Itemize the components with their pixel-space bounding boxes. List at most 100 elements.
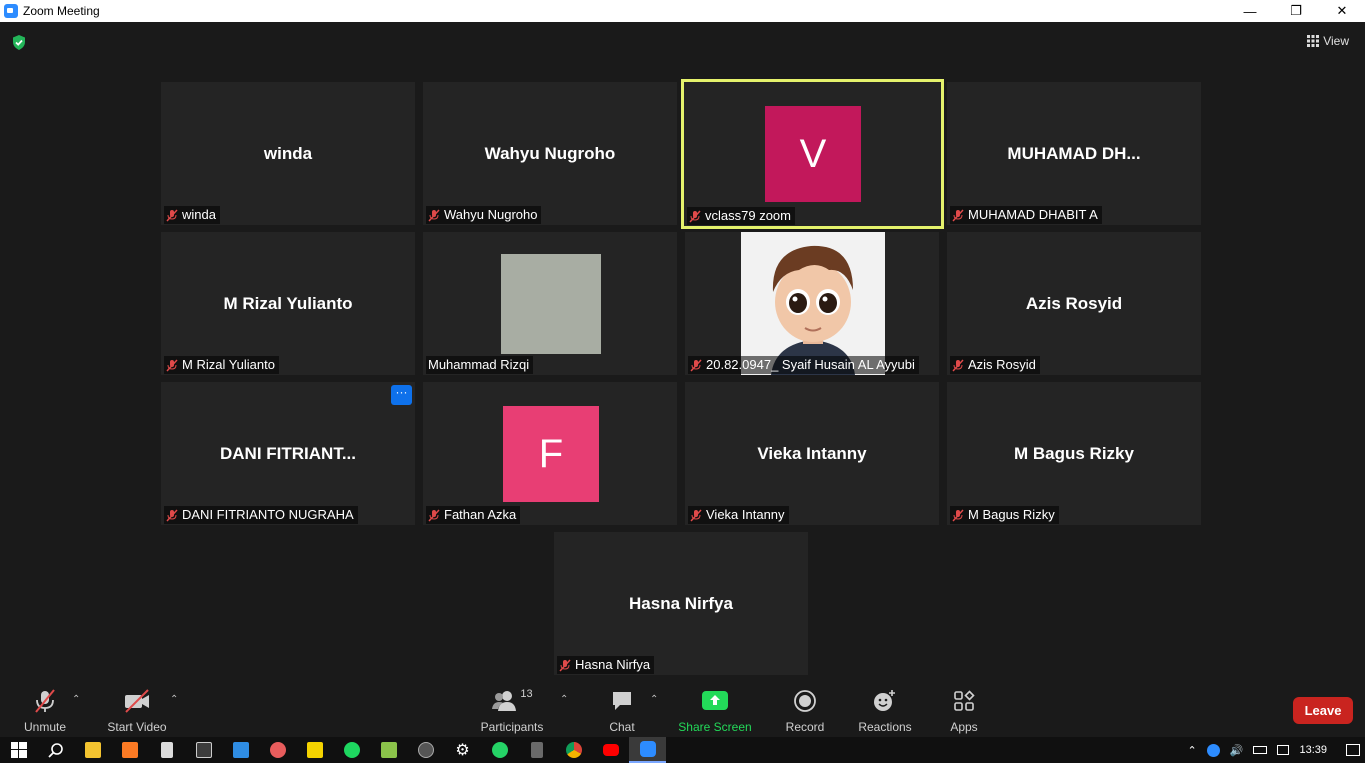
participant-tile[interactable]: F Fathan Azka — [423, 382, 677, 525]
terminal-icon[interactable] — [185, 737, 222, 763]
participant-display-name: Vieka Intanny — [757, 444, 867, 463]
reactions-button[interactable]: Reactions — [856, 688, 914, 734]
participant-name-label: Vieka Intanny — [688, 506, 789, 524]
participant-display-name: Azis Rosyid — [1025, 294, 1123, 313]
participant-tile[interactable]: M Rizal Yulianto M Rizal Yulianto — [161, 232, 415, 375]
participant-tile[interactable]: M Bagus Rizky M Bagus Rizky — [947, 382, 1201, 525]
minimize-button[interactable]: — — [1227, 0, 1273, 22]
youtube-icon[interactable] — [592, 737, 629, 763]
audio-options-chevron-icon[interactable]: ⌃ — [72, 694, 80, 705]
muted-mic-icon — [690, 358, 702, 372]
participant-name-label: Fathan Azka — [426, 506, 521, 524]
muted-mic-icon — [952, 358, 964, 372]
apps-button[interactable]: Apps — [946, 688, 982, 734]
participant-tile[interactable]: winda winda — [161, 82, 415, 225]
avatar: F — [503, 406, 599, 502]
security-shield-icon[interactable] — [11, 34, 27, 51]
window-controls: — ❐ ✕ — [1227, 0, 1365, 22]
muted-mic-icon — [952, 208, 964, 222]
participant-name-label: Azis Rosyid — [950, 356, 1040, 374]
muted-mic-icon — [166, 208, 178, 222]
participant-tile[interactable]: 20.82.0947_ Syaif Husain AL Ayyubi — [685, 232, 939, 375]
participant-tile[interactable]: Azis Rosyid Azis Rosyid — [947, 232, 1201, 375]
participant-tile[interactable]: MUHAMAD DH... MUHAMAD DHABIT A — [947, 82, 1201, 225]
reactions-smiley-icon — [874, 690, 895, 711]
participant-name-label: Hasna Nirfya — [557, 656, 655, 674]
whatsapp-icon[interactable] — [481, 737, 518, 763]
muted-mic-icon — [559, 658, 571, 672]
participant-tile[interactable]: Wahyu Nugroho Wahyu Nugroho — [423, 82, 677, 225]
participant-name-label: Muhammad Rizqi — [426, 356, 534, 374]
muted-mic-icon — [952, 508, 964, 522]
search-icon[interactable] — [37, 737, 74, 763]
view-button[interactable]: View — [1307, 34, 1349, 48]
settings-gear-icon[interactable]: ⚙ — [444, 737, 481, 763]
participant-name-label: M Rizal Yulianto — [164, 356, 279, 374]
spotify-icon[interactable] — [333, 737, 370, 763]
system-tray: ⌃ 🔊 13:39 — [1183, 737, 1365, 763]
network-icon[interactable] — [1277, 745, 1290, 755]
more-options-button[interactable]: ··· — [391, 385, 412, 405]
grid-icon — [1307, 35, 1320, 47]
zoom-app-icon — [4, 4, 18, 18]
active-speaker-tile[interactable]: V vclass79 zoom — [681, 79, 944, 229]
obs-icon[interactable] — [407, 737, 444, 763]
participants-icon — [492, 691, 517, 711]
app-icon[interactable] — [259, 737, 296, 763]
start-video-button[interactable]: Start Video — [104, 688, 170, 734]
participant-display-name: Wahyu Nugroho — [484, 144, 616, 163]
calculator-icon[interactable] — [518, 737, 555, 763]
clock[interactable]: 13:39 — [1299, 744, 1327, 756]
participant-display-name: M Bagus Rizky — [1014, 444, 1134, 463]
participant-name-label: DANI FITRIANTO NUGRAHA — [164, 506, 358, 524]
title-bar: Zoom Meeting — ❐ ✕ — [0, 0, 1365, 22]
app-icon[interactable] — [148, 737, 185, 763]
zoom-taskbar-icon[interactable] — [629, 737, 666, 763]
chat-options-chevron-icon[interactable]: ⌃ — [650, 694, 658, 705]
unmute-button[interactable]: Unmute — [18, 688, 72, 734]
participant-tile[interactable]: ··· DANI FITRIANT... DANI FITRIANTO NUGR… — [161, 382, 415, 525]
android-icon[interactable] — [370, 737, 407, 763]
muted-mic-icon — [166, 508, 178, 522]
tray-chevron-up-icon[interactable]: ⌃ — [1188, 744, 1197, 757]
record-icon — [794, 690, 816, 712]
muted-mic-icon — [166, 358, 178, 372]
vscode-icon[interactable] — [222, 737, 259, 763]
avatar: V — [765, 106, 861, 202]
record-button[interactable]: Record — [782, 688, 828, 734]
zoom-tray-icon[interactable] — [1206, 743, 1220, 757]
chat-button[interactable]: Chat — [603, 688, 641, 734]
muted-mic-icon — [689, 209, 701, 223]
share-screen-button[interactable]: Share Screen — [678, 688, 752, 734]
chrome-icon[interactable] — [555, 737, 592, 763]
battery-icon[interactable] — [1253, 746, 1268, 754]
share-screen-icon — [702, 691, 728, 710]
participant-tile[interactable]: Muhammad Rizqi — [423, 232, 677, 375]
leave-button[interactable]: Leave — [1293, 697, 1353, 724]
participant-tile[interactable]: Hasna Nirfya Hasna Nirfya — [554, 532, 808, 675]
video-options-chevron-icon[interactable]: ⌃ — [170, 694, 178, 705]
notifications-icon[interactable] — [1346, 744, 1360, 756]
muted-mic-icon — [428, 508, 440, 522]
profile-photo — [501, 254, 601, 354]
participant-display-name: winda — [263, 144, 313, 163]
participant-name-label: Wahyu Nugroho — [426, 206, 542, 224]
sticky-notes-icon[interactable] — [296, 737, 333, 763]
participants-button[interactable]: 13 Participants — [478, 688, 546, 734]
close-button[interactable]: ✕ — [1319, 0, 1365, 22]
restore-button[interactable]: ❐ — [1273, 0, 1319, 22]
windows-start-icon[interactable] — [0, 737, 37, 763]
participant-tile[interactable]: Vieka Intanny Vieka Intanny — [685, 382, 939, 525]
participant-display-name: Hasna Nirfya — [629, 594, 733, 613]
muted-mic-icon — [690, 508, 702, 522]
xampp-icon[interactable] — [111, 737, 148, 763]
participant-name-label: MUHAMAD DHABIT A — [950, 206, 1102, 224]
cartoon-avatar-photo — [741, 232, 885, 375]
meeting-area: View winda winda Wahyu Nugroho Wahyu Nug… — [0, 22, 1365, 682]
participant-display-name: M Rizal Yulianto — [223, 294, 353, 313]
windows-taskbar: ⚙ ⌃ 🔊 13:39 — [0, 737, 1365, 763]
file-explorer-icon[interactable] — [74, 737, 111, 763]
participant-display-name: DANI FITRIANT... — [220, 444, 356, 463]
participants-options-chevron-icon[interactable]: ⌃ — [560, 694, 568, 705]
volume-icon[interactable]: 🔊 — [1230, 744, 1244, 757]
